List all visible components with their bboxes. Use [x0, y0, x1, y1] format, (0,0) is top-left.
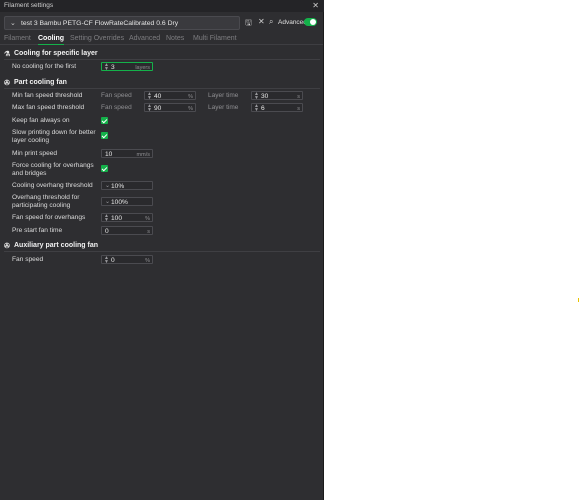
fan-icon: ✇	[4, 243, 10, 250]
section-title: Auxiliary part cooling fan	[14, 242, 99, 249]
tab-advanced[interactable]: Advanced	[129, 35, 160, 42]
spin-icon[interactable]: ▲ ▼	[147, 103, 152, 113]
aux-fan-speed-input[interactable]: ▲ ▼ 0 %	[101, 255, 153, 265]
chevron-down-icon: ⌄	[10, 20, 16, 27]
preset-selector[interactable]: ⌄ test 3 Bambu PETG-CF FlowRateCalibrate…	[4, 16, 240, 30]
max-fan-threshold-label: Max fan speed threshold	[12, 104, 85, 111]
min-fan-speed-input[interactable]: ▲ ▼ 40 %	[144, 91, 196, 101]
keep-fan-checkbox[interactable]	[101, 117, 108, 124]
spin-icon[interactable]: ▲ ▼	[254, 103, 259, 113]
overhang-threshold-select[interactable]: ⌄ 10%	[101, 181, 153, 190]
tab-cooling[interactable]: Cooling	[38, 35, 65, 45]
preset-name: test 3 Bambu PETG-CF FlowRateCalibrated …	[21, 19, 179, 27]
divider	[4, 88, 320, 89]
slow-printing-checkbox[interactable]	[101, 132, 108, 139]
divider	[4, 59, 320, 60]
no-cooling-layers-input[interactable]: ▲ ▼ 3 layers	[101, 62, 153, 72]
spin-icon[interactable]: ▲ ▼	[147, 91, 152, 101]
window-title: Filament settings	[4, 2, 54, 9]
advanced-label: Advanced	[278, 19, 307, 26]
chevron-down-icon: ⌄	[105, 199, 111, 205]
min-layer-time-input[interactable]: ▲ ▼ 30 s	[251, 91, 303, 101]
section-part-cooling-fan: ✇ Part cooling fan	[4, 79, 67, 87]
no-cooling-label: No cooling for the first	[12, 63, 77, 70]
aux-fan-speed-label: Fan speed	[12, 256, 44, 263]
tab-setting-overrides[interactable]: Setting Overrides	[70, 35, 124, 42]
tab-bar: Filament Cooling Setting Overrides Advan…	[0, 33, 323, 45]
layer-time-sublabel: Layer time	[208, 92, 239, 99]
fan-overhangs-label: Fan speed for overhangs	[12, 214, 86, 221]
pre-start-input[interactable]: 0 s	[101, 226, 153, 235]
force-cooling-label: Force cooling for overhangs and bridges	[12, 162, 94, 177]
max-layer-time-input[interactable]: ▲ ▼ 6 s	[251, 103, 303, 113]
spin-icon[interactable]: ▲ ▼	[104, 213, 109, 223]
min-fan-threshold-label: Min fan speed threshold	[12, 92, 83, 99]
spin-icon[interactable]: ▲ ▼	[104, 255, 109, 265]
close-icon[interactable]: ✕	[312, 1, 319, 10]
title-bar: Filament settings ✕	[0, 0, 324, 12]
delete-icon[interactable]: ✕	[258, 17, 265, 26]
spin-icon[interactable]: ▲ ▼	[254, 91, 259, 101]
tab-filament[interactable]: Filament	[4, 35, 31, 42]
keep-fan-label: Keep fan always on	[12, 117, 70, 124]
tab-notes[interactable]: Notes	[166, 35, 184, 42]
advanced-toggle[interactable]	[304, 18, 317, 26]
section-title: Cooling for specific layer	[14, 50, 98, 57]
tab-multi-filament[interactable]: Multi Filament	[193, 35, 237, 42]
fan-icon: ✇	[4, 80, 10, 87]
overhang-participating-label: Overhang threshold for participating coo…	[12, 194, 80, 209]
cursor-mark	[578, 298, 579, 302]
fan-speed-sublabel: Fan speed	[101, 92, 132, 99]
min-print-speed-input[interactable]: 10 mm/s	[101, 149, 153, 158]
overhang-threshold-label: Cooling overhang threshold	[12, 182, 93, 189]
section-aux-fan: ✇ Auxiliary part cooling fan	[4, 242, 98, 250]
force-cooling-checkbox[interactable]	[101, 165, 108, 172]
min-print-speed-label: Min print speed	[12, 150, 58, 157]
save-icon[interactable]: 🖫	[245, 17, 252, 31]
spin-icon[interactable]: ▲ ▼	[104, 62, 109, 72]
filament-settings-window: Filament settings ✕ ⌄ test 3 Bambu PETG-…	[0, 0, 324, 500]
fan-overhangs-input[interactable]: ▲ ▼ 100 %	[101, 213, 153, 223]
pre-start-label: Pre start fan time	[12, 227, 63, 234]
layers-icon: ⚗	[4, 51, 11, 58]
layer-time-sublabel: Layer time	[208, 104, 239, 111]
divider	[4, 251, 320, 252]
fan-speed-sublabel: Fan speed	[101, 104, 132, 111]
section-cooling-specific-layer: ⚗ Cooling for specific layer	[4, 50, 98, 58]
overhang-participating-select[interactable]: ⌄ 100%	[101, 197, 153, 206]
slow-printing-label: Slow printing down for better layer cool…	[12, 129, 96, 144]
max-fan-speed-input[interactable]: ▲ ▼ 90 %	[144, 103, 196, 113]
section-title: Part cooling fan	[14, 79, 67, 86]
search-icon[interactable]: ⌕	[269, 17, 273, 27]
chevron-down-icon: ⌄	[105, 183, 111, 189]
